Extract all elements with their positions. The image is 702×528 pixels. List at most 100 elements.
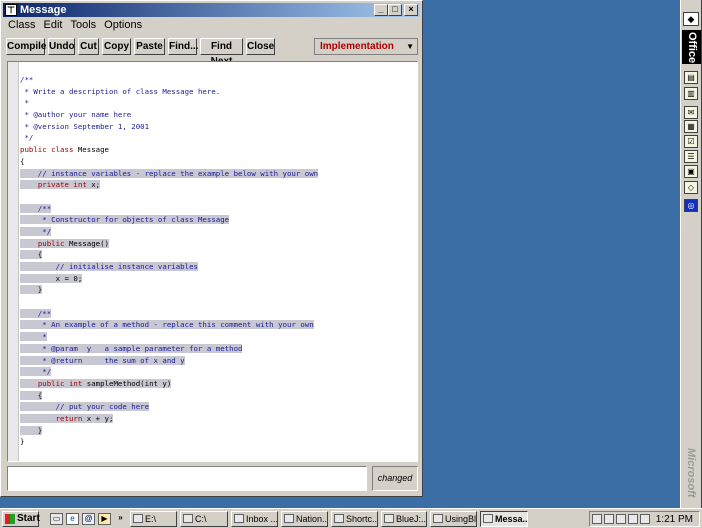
code-line[interactable]: // put your code here	[20, 401, 417, 413]
code-line[interactable]: *	[20, 97, 417, 109]
code-line-text: }	[20, 437, 25, 447]
menu-class[interactable]: Class	[5, 18, 39, 32]
security-icon[interactable]	[604, 514, 614, 524]
network-icon[interactable]	[592, 514, 602, 524]
task-shortcuts[interactable]: Shortc...	[331, 511, 378, 527]
copy-button[interactable]: Copy	[102, 38, 131, 55]
close-button[interactable]: Close	[246, 38, 275, 55]
code-line[interactable]: /**	[20, 308, 417, 320]
code-line[interactable]: public int sampleMethod(int y)	[20, 378, 417, 390]
line-gutter[interactable]	[8, 62, 19, 461]
code-line[interactable]: */	[20, 366, 417, 378]
messenger-icon[interactable]	[628, 514, 638, 524]
code-line[interactable]: * Constructor for objects of class Messa…	[20, 214, 417, 226]
internet-explorer-icon[interactable]: e	[66, 513, 79, 525]
paste-button[interactable]: Paste	[134, 38, 165, 55]
task-inbox[interactable]: Inbox ...	[231, 511, 278, 527]
compile-button[interactable]: Compile	[6, 38, 46, 55]
task-usingbluej[interactable]: UsingBl...	[430, 511, 477, 527]
code-line[interactable]: x = 0;	[20, 273, 417, 285]
code-line[interactable]: /**	[20, 203, 417, 215]
new-contact-icon[interactable]: ☰	[684, 150, 698, 163]
code-line[interactable]: * Write a description of class Message h…	[20, 86, 417, 98]
new-document-icon[interactable]: ▤	[684, 71, 698, 84]
code-line-text: * Write a description of class Message h…	[20, 86, 221, 96]
code-line[interactable]: return x + y;	[20, 413, 417, 425]
code-line-text: /**	[20, 308, 52, 318]
start-button[interactable]: Start	[2, 511, 40, 527]
code-line[interactable]: * @author your name here	[20, 109, 417, 121]
code-line[interactable]: {	[20, 249, 417, 261]
view-selector[interactable]: Implementation ▼	[314, 38, 418, 55]
new-message-icon[interactable]: ✉	[684, 106, 698, 119]
quick-launch-overflow-icon[interactable]: »	[114, 513, 127, 525]
new-note-icon[interactable]: ◇	[684, 181, 698, 194]
volume-icon[interactable]	[640, 514, 650, 524]
source-code[interactable]: /** * Write a description of class Messa…	[20, 74, 417, 448]
code-line[interactable]: * An example of a method - replace this …	[20, 319, 417, 331]
task-message[interactable]: Messa...	[480, 511, 528, 527]
code-line-text: * @version September 1, 2001	[20, 121, 150, 131]
code-line[interactable]: }	[20, 436, 417, 448]
code-line-text: }	[20, 285, 43, 295]
new-appointment-icon[interactable]: ▦	[684, 120, 698, 133]
new-task-icon[interactable]: ☑	[684, 135, 698, 148]
word-document-icon	[433, 514, 443, 523]
menu-tools[interactable]: Tools	[67, 18, 99, 32]
code-line-text: // initialise instance variables	[20, 262, 198, 271]
open-document-icon[interactable]: ▥	[684, 87, 698, 100]
close-window-button[interactable]: ×	[404, 4, 418, 16]
office-help-icon[interactable]: ◎	[684, 199, 698, 212]
bluej-icon[interactable]: ⊤	[5, 4, 17, 16]
code-line[interactable]: */	[20, 226, 417, 238]
code-line[interactable]: // initialise instance variables	[20, 261, 417, 273]
show-desktop-icon[interactable]: ▭	[50, 513, 63, 525]
code-line[interactable]: /**	[20, 74, 417, 86]
code-line[interactable]: *	[20, 331, 417, 343]
bluej-icon	[483, 514, 493, 523]
code-line[interactable]: // instance variables - replace the exam…	[20, 168, 417, 180]
code-line[interactable]	[20, 296, 417, 308]
cut-button[interactable]: Cut	[78, 38, 99, 55]
undo-button[interactable]: Undo	[48, 38, 75, 55]
outlook-icon[interactable]: @	[82, 513, 95, 525]
task-drive-c[interactable]: C:\	[180, 511, 228, 527]
code-line[interactable]: {	[20, 156, 417, 168]
code-editor[interactable]: /** * Write a description of class Messa…	[7, 61, 418, 462]
code-line-text: public class Message	[20, 145, 110, 155]
title-bar[interactable]: ⊤ Message _ □ ×	[3, 3, 420, 17]
code-line[interactable]: * @param y a sample parameter for a meth…	[20, 343, 417, 355]
code-line[interactable]: }	[20, 284, 417, 296]
menu-options[interactable]: Options	[101, 18, 145, 32]
task-nation[interactable]: Nation...	[281, 511, 328, 527]
chevron-down-icon[interactable]: ▼	[406, 40, 414, 53]
code-line[interactable]: {	[20, 390, 417, 402]
find-next-button[interactable]: Find Next	[200, 38, 243, 67]
task-drive-e[interactable]: E:\	[130, 511, 177, 527]
maximize-button[interactable]: □	[388, 4, 402, 16]
code-line-text: */	[20, 226, 52, 236]
code-line[interactable]: */	[20, 132, 417, 144]
code-line[interactable]: * @return the sum of x and y	[20, 355, 417, 367]
code-line[interactable]: * @version September 1, 2001	[20, 121, 417, 133]
task-bluej[interactable]: BlueJ:...	[381, 511, 427, 527]
code-line[interactable]: public Message()	[20, 238, 417, 250]
office-logo-icon[interactable]: ◆	[683, 12, 699, 26]
code-line-text: * @author your name here	[20, 110, 132, 120]
system-tray: 1:21 PM	[589, 511, 700, 527]
media-player-icon[interactable]: ▶	[98, 513, 111, 525]
code-line[interactable]: private int x;	[20, 179, 417, 191]
code-line[interactable]	[20, 191, 417, 203]
display-icon[interactable]	[616, 514, 626, 524]
minimize-button[interactable]: _	[374, 4, 388, 16]
code-line-text: x = 0;	[20, 273, 83, 283]
menu-edit[interactable]: Edit	[41, 18, 66, 32]
find-button[interactable]: Find...	[168, 38, 198, 55]
taskbar: Start ▭ e @ ▶ » E:\ C:\ Inbox ... Nation…	[0, 508, 702, 528]
new-journal-icon[interactable]: ▣	[684, 165, 698, 178]
folder-icon	[334, 514, 344, 523]
code-line[interactable]: }	[20, 425, 417, 437]
code-line[interactable]: public class Message	[20, 144, 417, 156]
editor-window: ⊤ Message _ □ × Class Edit Tools Options Co…	[0, 0, 423, 497]
